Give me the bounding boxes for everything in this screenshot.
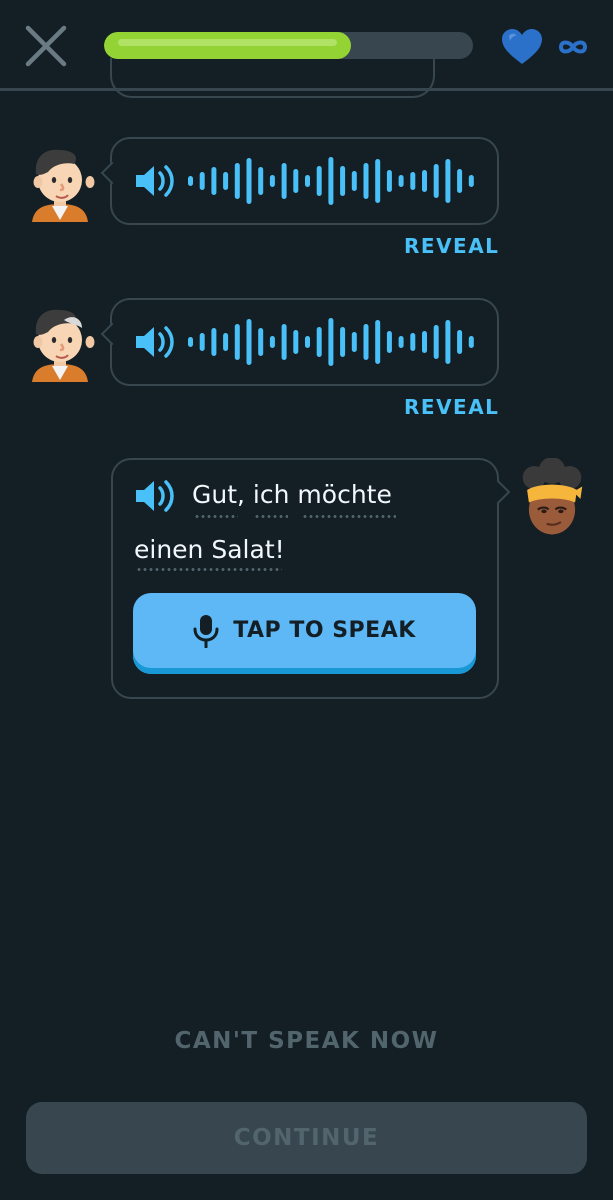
- reveal-button[interactable]: REVEAL: [404, 395, 499, 419]
- waveform-bar: [328, 318, 334, 366]
- waveform-bar: [258, 328, 264, 356]
- tap-to-speak-label: TAP TO SPEAK: [233, 618, 416, 643]
- waveform-bar: [340, 327, 346, 357]
- speaker-icon[interactable]: [134, 478, 178, 514]
- prompt-sentence-line1: Gut, ich möchte: [192, 480, 392, 509]
- waveform-bar: [269, 336, 275, 348]
- waveform-bar: [351, 332, 357, 352]
- waveform-bar: [211, 167, 217, 195]
- microphone-icon: [193, 614, 219, 648]
- word-text: ich: [252, 480, 290, 509]
- female-character-avatar: [522, 458, 583, 535]
- waveform-bar: [433, 325, 439, 359]
- tap-to-speak-button[interactable]: TAP TO SPEAK: [133, 593, 476, 674]
- waveform-bar: [305, 175, 310, 187]
- waveform-bar: [363, 324, 369, 360]
- waveform-bar: [340, 166, 346, 196]
- waveform-bar: [468, 175, 474, 187]
- waveform-bar: [199, 333, 205, 351]
- heart-icon[interactable]: [500, 28, 544, 66]
- waveform-bar: [223, 333, 229, 351]
- waveform-bar: [269, 175, 275, 187]
- infinity-icon: [558, 40, 588, 54]
- waveform-bar: [281, 163, 287, 199]
- waveform-bar: [457, 330, 463, 354]
- waveform-bar: [363, 163, 369, 199]
- waveform-bar: [422, 331, 427, 353]
- word-hint-underline: [194, 515, 238, 518]
- waveform-bar: [375, 159, 381, 203]
- prompt-word[interactable]: ich: [253, 480, 290, 509]
- waveform-bar: [468, 336, 474, 348]
- word-text: Salat!: [211, 535, 285, 564]
- waveform-bar: [246, 158, 252, 204]
- waveform-bar: [386, 331, 392, 353]
- word-hint-underline: [254, 515, 288, 518]
- audio-waveform: [188, 318, 474, 366]
- waveform-bar: [199, 172, 205, 190]
- prompt-word[interactable]: möchte: [297, 480, 391, 509]
- waveform-bar: [211, 328, 217, 356]
- waveform-bar: [293, 330, 299, 354]
- waveform-bar: [433, 164, 439, 198]
- speaker-icon[interactable]: [134, 324, 178, 360]
- close-icon[interactable]: [22, 22, 70, 70]
- waveform-bar: [457, 169, 463, 193]
- prompt-word[interactable]: einen: [134, 535, 203, 564]
- male-character-avatar: [32, 309, 95, 382]
- waveform-bar: [316, 166, 322, 196]
- waveform-bar: [445, 320, 451, 364]
- word-text: möchte: [297, 480, 392, 509]
- waveform-bar: [398, 175, 404, 187]
- waveform-bar: [188, 176, 193, 186]
- continue-label: CONTINUE: [233, 1125, 380, 1151]
- waveform-bar: [351, 171, 357, 191]
- waveform-bar: [316, 327, 322, 357]
- waveform-bar: [188, 337, 193, 347]
- word-hint-underline: [136, 568, 282, 571]
- prompt-sentence-line2: einen Salat!: [134, 535, 285, 564]
- male-character-avatar: [32, 149, 95, 222]
- prompt-word[interactable]: Gut,: [192, 480, 245, 509]
- waveform-bar: [234, 163, 240, 199]
- waveform-bar: [234, 324, 240, 360]
- waveform-bar: [328, 157, 334, 205]
- word-text: einen: [134, 535, 204, 564]
- waveform-bar: [386, 170, 392, 192]
- word-text: Gut,: [192, 480, 245, 509]
- waveform-bar: [258, 167, 264, 195]
- waveform-bar: [293, 169, 299, 193]
- waveform-bar: [246, 319, 252, 365]
- waveform-bar: [281, 324, 287, 360]
- waveform-bar: [410, 333, 416, 351]
- waveform-bar: [445, 159, 451, 203]
- reveal-button[interactable]: REVEAL: [404, 234, 499, 258]
- word-hint-underline: [302, 515, 396, 518]
- speaker-icon[interactable]: [134, 163, 178, 199]
- waveform-bar: [398, 336, 404, 348]
- waveform-bar: [422, 170, 427, 192]
- waveform-bar: [223, 172, 229, 190]
- waveform-bar: [305, 336, 310, 348]
- progress-shine: [118, 39, 338, 46]
- cant-speak-now-button[interactable]: CAN'T SPEAK NOW: [0, 1028, 613, 1054]
- prompt-word[interactable]: Salat!: [211, 535, 284, 564]
- continue-button[interactable]: CONTINUE: [26, 1102, 587, 1174]
- previous-message-bubble: [110, 58, 435, 98]
- waveform-bar: [410, 172, 416, 190]
- waveform-bar: [375, 320, 381, 364]
- lesson-progress-bar: [104, 32, 473, 59]
- audio-waveform: [188, 157, 474, 205]
